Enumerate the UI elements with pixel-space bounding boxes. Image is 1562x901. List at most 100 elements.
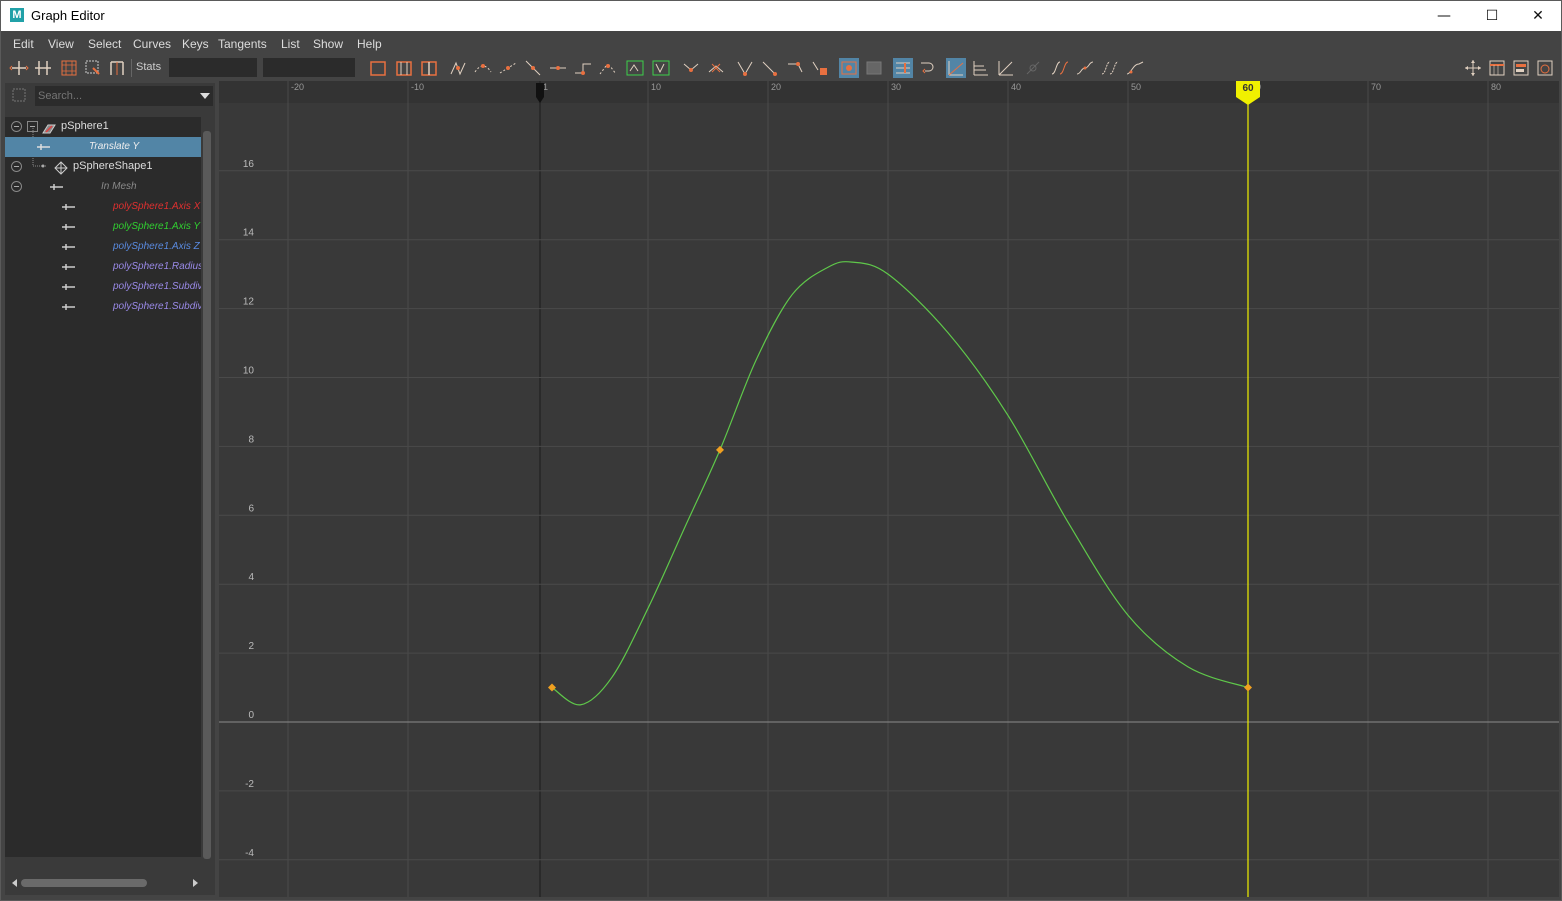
expand-toggle[interactable]	[27, 121, 38, 132]
attribute-icon	[62, 224, 75, 230]
menu-keys[interactable]: Keys	[182, 37, 209, 51]
list-item[interactable]: pSphereShape1	[5, 157, 201, 177]
ghost-curve-icon[interactable]	[1023, 58, 1043, 78]
stats-field-time[interactable]	[169, 58, 257, 77]
lattice-deform-icon[interactable]	[59, 58, 79, 78]
maximize-button[interactable]: ☐	[1469, 1, 1515, 31]
y-tick-label: 2	[248, 641, 254, 652]
retime-tool-icon[interactable]	[107, 58, 127, 78]
y-tick-label: 0	[248, 710, 254, 721]
x-tick-label: 30	[891, 82, 901, 92]
step-tangent-icon[interactable]	[573, 58, 593, 78]
time-editor-icon[interactable]	[1535, 58, 1555, 78]
filter-icon[interactable]	[11, 87, 27, 103]
lock-tangent-weight-icon[interactable]	[760, 58, 780, 78]
trax-editor-icon[interactable]	[1511, 58, 1531, 78]
cycle-offset-icon[interactable]	[1100, 58, 1120, 78]
insert-key-tool-icon[interactable]	[33, 58, 53, 78]
region-tool-icon[interactable]	[83, 58, 103, 78]
graph-view[interactable]: -20-10110203040506070801614121086420-2-4…	[219, 81, 1559, 897]
list-item[interactable]: polySphere1.Subdivi	[5, 297, 201, 317]
menu-select[interactable]: Select	[88, 37, 121, 51]
collapse-toggle[interactable]	[11, 121, 22, 132]
menu-show[interactable]: Show	[313, 37, 343, 51]
list-item-label: polySphere1.Subdivi	[113, 301, 201, 312]
free-tangent-weight-icon[interactable]	[735, 58, 755, 78]
unify-tangents-icon[interactable]	[706, 58, 726, 78]
list-item[interactable]: In Mesh	[5, 177, 201, 197]
relative-view-icon[interactable]	[996, 58, 1016, 78]
pre-infinity-cycle-icon[interactable]	[918, 58, 938, 78]
menu-curves[interactable]: Curves	[133, 37, 171, 51]
search-input[interactable]	[35, 86, 195, 106]
swap-buffer-curve-icon[interactable]	[651, 58, 671, 78]
normalize-curves-icon[interactable]	[839, 58, 859, 78]
scrollbar-thumb[interactable]	[21, 879, 147, 887]
list-item[interactable]: pSphere1	[5, 117, 201, 137]
x-tick-label: 70	[1371, 82, 1381, 92]
center-current-time-icon[interactable]	[419, 58, 439, 78]
flat-tangent-icon[interactable]	[548, 58, 568, 78]
y-tick-label: 14	[243, 228, 255, 239]
collapse-toggle[interactable]	[11, 161, 22, 172]
x-tick-label: 50	[1131, 82, 1141, 92]
menu-view[interactable]: View	[48, 37, 74, 51]
menu-tangents[interactable]: Tangents	[218, 37, 267, 51]
oscillate-icon[interactable]	[1125, 58, 1145, 78]
pan-icon[interactable]	[1463, 58, 1483, 78]
move-key-tool-icon[interactable]	[9, 58, 29, 78]
chevron-down-icon[interactable]	[200, 93, 210, 99]
stats-field-value[interactable]	[263, 58, 355, 77]
menu-list[interactable]: List	[281, 37, 300, 51]
list-item[interactable]: Translate Y	[5, 137, 201, 157]
menu-bar: Edit View Select Curves Keys Tangents Li…	[1, 33, 1561, 55]
list-item-label: In Mesh	[101, 181, 137, 192]
auto-load-icon[interactable]	[785, 58, 805, 78]
outliner-horizontal-scrollbar[interactable]	[9, 877, 201, 889]
absolute-view-icon[interactable]	[971, 58, 991, 78]
x-tick-label: -10	[411, 82, 424, 92]
stats-label: Stats	[136, 61, 162, 73]
break-tangents-icon[interactable]	[681, 58, 701, 78]
title-bar: M Graph Editor — ☐ ✕	[1, 1, 1561, 31]
list-item[interactable]: polySphere1.Axis Z	[5, 237, 201, 257]
y-tick-label: 10	[243, 366, 255, 377]
list-item[interactable]: polySphere1.Axis Y	[5, 217, 201, 237]
denormalize-curves-icon[interactable]	[864, 58, 884, 78]
attribute-icon	[62, 304, 75, 310]
current-frame-label: 60	[1242, 83, 1254, 94]
scrollbar-thumb[interactable]	[203, 131, 211, 859]
y-tick-label: 8	[248, 434, 254, 445]
search-box	[35, 86, 213, 106]
buffer-curve-snapshot-icon[interactable]	[625, 58, 645, 78]
collapse-toggle[interactable]	[11, 181, 22, 192]
linear-tangent-icon[interactable]	[523, 58, 543, 78]
list-item[interactable]: polySphere1.Subdivi	[5, 277, 201, 297]
auto-tangent-icon[interactable]	[448, 58, 468, 78]
clamped-tangent-icon[interactable]	[498, 58, 518, 78]
stacked-view-icon[interactable]	[893, 58, 913, 78]
close-button[interactable]: ✕	[1515, 1, 1561, 31]
pre-infinity-icon[interactable]	[1050, 58, 1070, 78]
graph-editor-window: M Graph Editor — ☐ ✕ Edit View Select Cu…	[0, 0, 1562, 901]
minimize-button[interactable]: —	[1421, 1, 1467, 31]
list-item[interactable]: polySphere1.Radius	[5, 257, 201, 277]
outliner-vertical-scrollbar[interactable]	[202, 117, 212, 872]
menu-edit[interactable]: Edit	[13, 37, 34, 51]
dope-sheet-icon[interactable]	[1487, 58, 1507, 78]
curve-graph[interactable]: -20-10110203040506070801614121086420-2-4…	[219, 81, 1559, 897]
frame-all-icon[interactable]	[368, 58, 388, 78]
attribute-icon	[37, 144, 50, 150]
list-item-label: Translate Y	[89, 141, 140, 152]
list-item[interactable]: polySphere1.Axis X	[5, 197, 201, 217]
spline-tangent-icon[interactable]	[473, 58, 493, 78]
x-tick-label: 10	[651, 82, 661, 92]
plateau-tangent-icon[interactable]	[598, 58, 618, 78]
transform-icon	[41, 120, 57, 134]
menu-help[interactable]: Help	[357, 37, 382, 51]
post-infinity-icon[interactable]	[1075, 58, 1095, 78]
window-title: Graph Editor	[31, 8, 105, 23]
spreadsheet-view-icon[interactable]	[946, 58, 966, 78]
frame-playback-range-icon[interactable]	[394, 58, 414, 78]
lock-selection-icon[interactable]	[810, 58, 830, 78]
